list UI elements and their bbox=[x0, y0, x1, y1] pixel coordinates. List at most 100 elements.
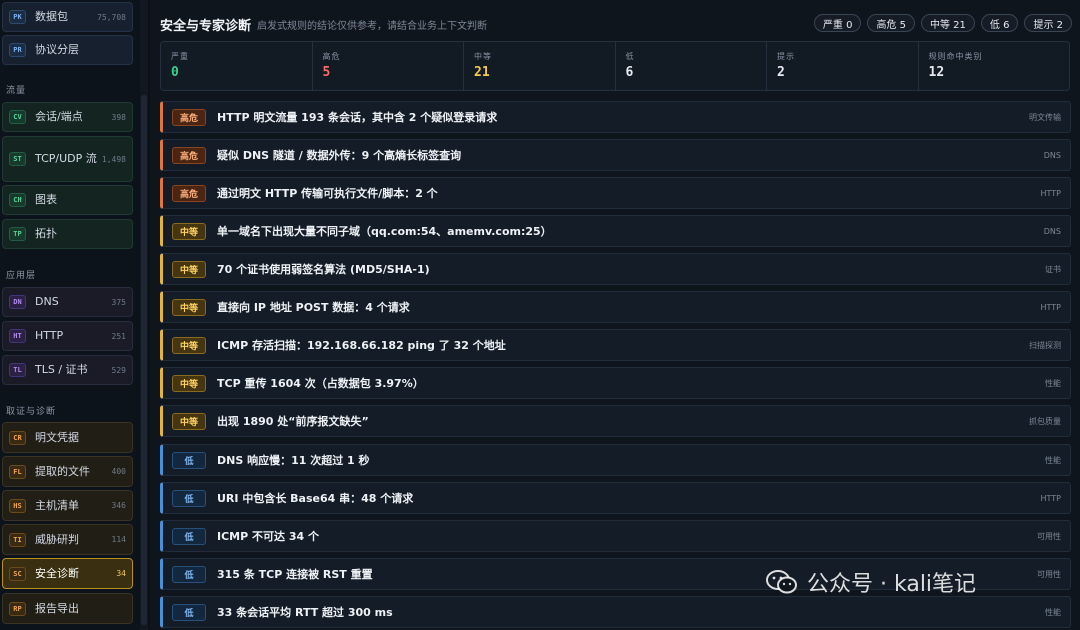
finding-row[interactable]: 高危 HTTP 明文流量 193 条会话，其中含 2 个疑似登录请求 明文传输 bbox=[160, 101, 1071, 133]
chip-medium[interactable]: 中等 21 bbox=[921, 14, 975, 32]
sidebar-item-protocol-hierarchy[interactable]: PR 协议分层 bbox=[2, 35, 133, 65]
watermark-text: 公众号 · kali笔记 bbox=[807, 572, 977, 597]
finding-title: 直接向 IP 地址 POST 数据：4 个请求 bbox=[217, 301, 410, 314]
severity-badge: 高危 bbox=[172, 146, 206, 164]
stat-label: 低 bbox=[625, 52, 635, 61]
charts-icon: CH bbox=[9, 193, 26, 207]
severity-badge: 低 bbox=[172, 451, 206, 469]
finding-category: 扫描探测 bbox=[1029, 340, 1061, 350]
sidebar-item-count: 1,498 bbox=[101, 154, 126, 164]
sidebar-item-report-export[interactable]: RP 报告导出 bbox=[2, 593, 133, 624]
severity-badge: 中等 bbox=[172, 374, 206, 392]
sidebar-item-topology[interactable]: TP 拓扑 bbox=[2, 219, 133, 249]
dns-icon: DN bbox=[9, 295, 26, 309]
topology-icon: TP bbox=[9, 227, 26, 241]
sidebar-item-http[interactable]: HT HTTP 251 bbox=[2, 321, 133, 351]
sidebar-item-credentials[interactable]: CR 明文凭据 bbox=[2, 422, 133, 453]
finding-row[interactable]: 低 DNS 响应慢：11 次超过 1 秒 性能 bbox=[160, 444, 1071, 476]
stat-label: 提示 bbox=[777, 52, 795, 61]
chip-info[interactable]: 提示 2 bbox=[1024, 14, 1072, 32]
credentials-icon: CR bbox=[9, 430, 26, 445]
stat-value: 5 bbox=[322, 65, 331, 80]
tls-icon: TL bbox=[9, 363, 26, 377]
sidebar-item-count: 529 bbox=[111, 365, 126, 375]
packets-icon: PK bbox=[9, 10, 26, 24]
sidebar-item-label: 协议分层 bbox=[35, 43, 79, 56]
finding-title: 70 个证书使用弱签名算法 (MD5/SHA-1) bbox=[217, 263, 430, 276]
chip-high[interactable]: 高危 5 bbox=[867, 14, 915, 32]
sidebar-item-hosts[interactable]: HS 主机清单 346 bbox=[2, 490, 133, 521]
stat-value: 2 bbox=[777, 65, 785, 80]
stat-rule-categories: 规则命中类别 12 bbox=[919, 42, 1070, 90]
sidebar-item-label: 提取的文件 bbox=[35, 464, 90, 478]
sidebar-item-files[interactable]: FL 提取的文件 400 bbox=[2, 456, 133, 487]
sidebar-item-threat-intel[interactable]: TI 威胁研判 114 bbox=[2, 524, 133, 555]
chip-critical[interactable]: 严重 0 bbox=[813, 14, 862, 32]
severity-filter-chips: 严重 0 高危 5 中等 21 低 6 提示 2 bbox=[813, 14, 1072, 32]
finding-row[interactable]: 中等 70 个证书使用弱签名算法 (MD5/SHA-1) 证书 bbox=[160, 253, 1071, 285]
finding-category: DNS bbox=[1043, 226, 1061, 236]
stat-value: 21 bbox=[474, 65, 490, 80]
finding-category: 性能 bbox=[1045, 455, 1061, 465]
sidebar-scrollbar[interactable] bbox=[140, 0, 148, 630]
threat-intel-icon: TI bbox=[9, 532, 26, 547]
severity-badge: 低 bbox=[172, 603, 206, 621]
protocol-icon: PR bbox=[9, 43, 26, 57]
scrollbar-thumb[interactable] bbox=[141, 95, 147, 625]
finding-row[interactable]: 高危 通过明文 HTTP 传输可执行文件/脚本：2 个 HTTP bbox=[160, 177, 1071, 209]
finding-category: DNS bbox=[1043, 150, 1061, 160]
finding-row[interactable]: 低 URI 中包含长 Base64 串：48 个请求 HTTP bbox=[160, 482, 1071, 514]
sidebar: PK 数据包 75,708 PR 协议分层 流量 CV 会话/端点 398 ST… bbox=[0, 0, 142, 630]
stat-value: 12 bbox=[928, 65, 945, 80]
stat-medium: 中等 21 bbox=[464, 42, 616, 90]
sidebar-item-security-diagnosis[interactable]: SC 安全诊断 34 bbox=[2, 558, 133, 589]
finding-category: 可用性 bbox=[1037, 531, 1061, 541]
wechat-icon bbox=[766, 570, 797, 594]
finding-row[interactable]: 中等 直接向 IP 地址 POST 数据：4 个请求 HTTP bbox=[160, 291, 1071, 323]
conversations-icon: CV bbox=[9, 110, 26, 124]
stat-label: 中等 bbox=[474, 52, 492, 61]
finding-category: 证书 bbox=[1045, 264, 1061, 274]
sidebar-item-streams[interactable]: ST TCP/UDP 流 1,498 bbox=[2, 136, 133, 182]
sidebar-item-conversations[interactable]: CV 会话/端点 398 bbox=[2, 102, 133, 132]
chip-low[interactable]: 低 6 bbox=[980, 14, 1019, 32]
finding-row[interactable]: 低 33 条会话平均 RTT 超过 300 ms 性能 bbox=[160, 596, 1071, 628]
sidebar-item-label: 图表 bbox=[35, 193, 57, 206]
sidebar-item-count: 114 bbox=[111, 535, 126, 544]
finding-title: 通过明文 HTTP 传输可执行文件/脚本：2 个 bbox=[217, 187, 438, 200]
finding-row[interactable]: 中等 ICMP 存活扫描：192.168.66.182 ping 了 32 个地… bbox=[160, 329, 1071, 361]
security-diagnosis-icon: SC bbox=[9, 566, 26, 581]
finding-row[interactable]: 中等 TCP 重传 1604 次（占数据包 3.97%） 性能 bbox=[160, 367, 1071, 399]
sidebar-item-label: 报告导出 bbox=[35, 601, 79, 615]
stat-label: 高危 bbox=[322, 52, 341, 61]
sidebar-item-packets[interactable]: PK 数据包 75,708 bbox=[2, 2, 133, 32]
stat-label: 严重 bbox=[171, 52, 189, 61]
sidebar-item-charts[interactable]: CH 图表 bbox=[2, 185, 133, 215]
section-title-app: 应用层 bbox=[6, 271, 37, 281]
sidebar-item-count: 400 bbox=[111, 467, 126, 476]
section-title-forensics: 取证与诊断 bbox=[6, 407, 57, 417]
finding-row[interactable]: 中等 出现 1890 处“前序报文缺失” 抓包质量 bbox=[160, 405, 1071, 437]
sidebar-item-label: 安全诊断 bbox=[35, 566, 79, 580]
sidebar-item-label: TCP/UDP 流 bbox=[35, 152, 97, 165]
finding-category: 可用性 bbox=[1037, 569, 1061, 579]
finding-title: TCP 重传 1604 次（占数据包 3.97%） bbox=[217, 377, 424, 390]
finding-category: 性能 bbox=[1045, 607, 1061, 617]
finding-title: DNS 响应慢：11 次超过 1 秒 bbox=[217, 454, 370, 467]
finding-row[interactable]: 低 ICMP 不可达 34 个 可用性 bbox=[160, 520, 1071, 552]
finding-row[interactable]: 高危 疑似 DNS 隧道 / 数据外传：9 个高熵长标签查询 DNS bbox=[160, 139, 1071, 171]
sidebar-item-label: 威胁研判 bbox=[35, 532, 79, 546]
finding-category: 性能 bbox=[1045, 378, 1061, 388]
sidebar-item-dns[interactable]: DN DNS 375 bbox=[2, 287, 133, 317]
stat-info: 提示 2 bbox=[767, 42, 919, 90]
main-panel: 安全与专家诊断 启发式规则的结论仅供参考，请结合业务上下文判断 严重 0 高危 … bbox=[150, 0, 1080, 630]
stats-summary: 严重 0 高危 5 中等 21 低 6 提示 2 规则命中类别 12 bbox=[160, 41, 1070, 91]
sidebar-item-label: 明文凭据 bbox=[35, 430, 79, 444]
finding-category: HTTP bbox=[1040, 302, 1061, 312]
finding-category: HTTP bbox=[1040, 188, 1061, 198]
page-subtitle: 启发式规则的结论仅供参考，请结合业务上下文判断 bbox=[257, 21, 487, 32]
finding-title: ICMP 不可达 34 个 bbox=[217, 530, 319, 543]
sidebar-item-tls[interactable]: TL TLS / 证书 529 bbox=[2, 355, 133, 385]
severity-badge: 中等 bbox=[172, 298, 206, 316]
finding-row[interactable]: 中等 单一域名下出现大量不同子域（qq.com:54、amemv.com:25）… bbox=[160, 215, 1071, 247]
